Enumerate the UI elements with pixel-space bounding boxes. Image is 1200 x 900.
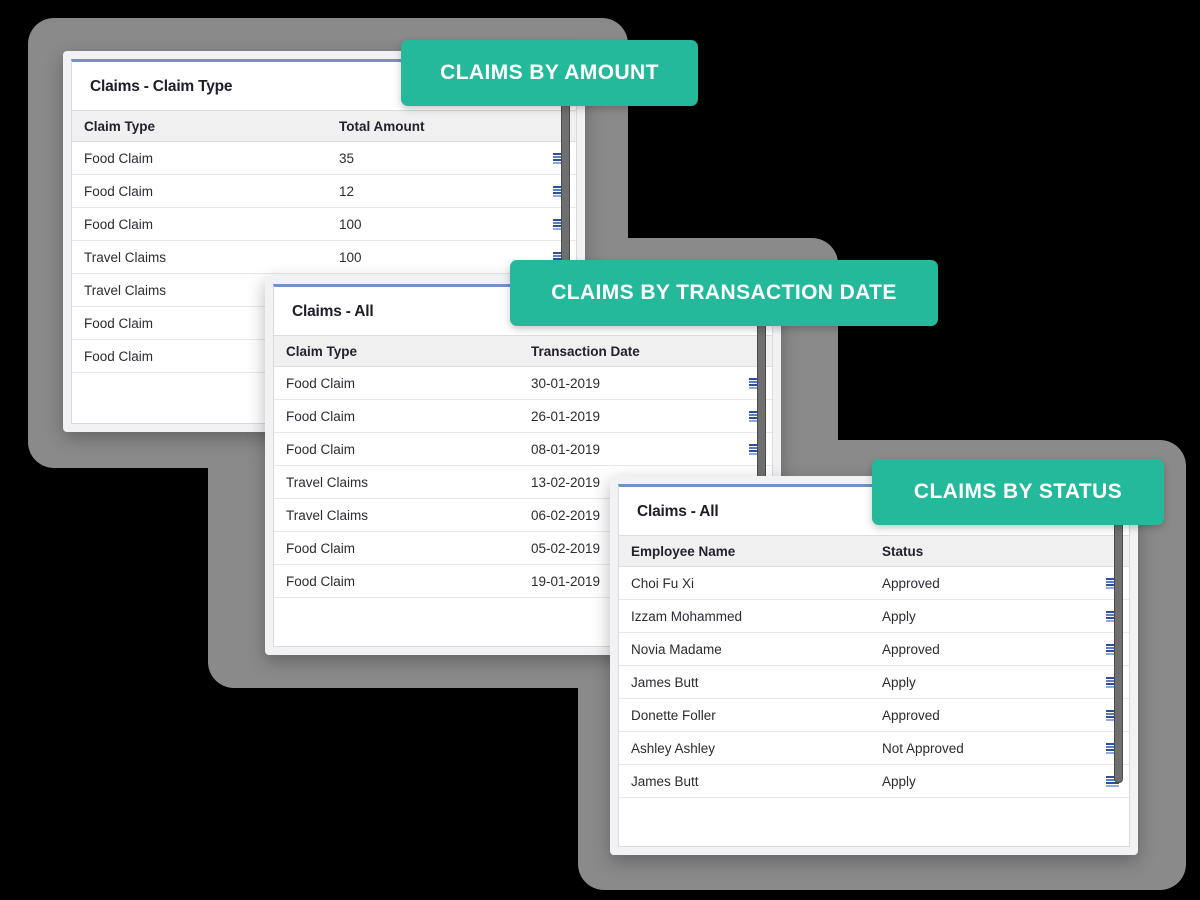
- cell-primary: Food Claim: [286, 573, 356, 589]
- table-row[interactable]: Ashley Ashley Not Approved: [619, 732, 1129, 765]
- grid-header-row: Claim Type Total Amount: [72, 110, 576, 142]
- cell-primary: Food Claim: [286, 408, 356, 424]
- cell-secondary: 35: [339, 150, 355, 166]
- badge-claims-by-amount[interactable]: CLAIMS BY AMOUNT: [401, 40, 698, 106]
- data-grid: Employee Name Status Choi Fu Xi Approved I…: [619, 535, 1129, 846]
- table-row[interactable]: Food Claim 30-01-2019: [274, 367, 772, 400]
- cell-secondary: 13-02-2019: [531, 474, 601, 490]
- cell-secondary: Apply: [882, 773, 916, 789]
- table-row[interactable]: James Butt Apply: [619, 666, 1129, 699]
- table-row[interactable]: Food Claim 12: [72, 175, 576, 208]
- cell-actions: [600, 442, 772, 457]
- cell-primary: Novia Madame: [631, 641, 722, 657]
- table-row[interactable]: Food Claim 08-01-2019: [274, 433, 772, 466]
- panel-inner: Claims - All Employee Name Status Choi F…: [618, 484, 1130, 847]
- column-header-claim-type[interactable]: Claim Type: [274, 344, 531, 359]
- badge-label: CLAIMS BY AMOUNT: [440, 61, 659, 84]
- cell-primary: Travel Claims: [286, 474, 369, 490]
- table-row[interactable]: Food Claim 35: [72, 142, 576, 175]
- cell-secondary: Approved: [882, 641, 940, 657]
- cell-primary: Travel Claims: [84, 249, 167, 265]
- cell-primary: Izzam Mohammed: [631, 608, 743, 624]
- cell-secondary: Approved: [882, 707, 940, 723]
- cell-primary: Food Claim: [84, 183, 154, 199]
- column-header-claim-type[interactable]: Claim Type: [72, 119, 339, 134]
- cell-primary: Food Claim: [286, 540, 356, 556]
- table-row[interactable]: Izzam Mohammed Apply: [619, 600, 1129, 633]
- table-row[interactable]: Food Claim 26-01-2019: [274, 400, 772, 433]
- cell-secondary: Apply: [882, 674, 916, 690]
- column-header-employee-name[interactable]: Employee Name: [619, 544, 882, 559]
- cell-primary: James Butt: [631, 773, 699, 789]
- cell-secondary: 26-01-2019: [531, 408, 601, 424]
- cell-secondary: 30-01-2019: [531, 375, 601, 391]
- cell-primary: James Butt: [631, 674, 699, 690]
- cell-actions: [354, 151, 576, 166]
- table-row[interactable]: Travel Claims 100: [72, 241, 576, 274]
- cell-primary: Food Claim: [286, 441, 356, 457]
- cell-secondary: 100: [339, 216, 362, 232]
- grid-header-row: Employee Name Status: [619, 535, 1129, 567]
- cell-actions: [940, 708, 1129, 723]
- cell-actions: [354, 184, 576, 199]
- table-row[interactable]: James Butt Apply: [619, 765, 1129, 798]
- cell-secondary: 06-02-2019: [531, 507, 601, 523]
- badge-label: CLAIMS BY STATUS: [913, 480, 1123, 503]
- cell-actions: [600, 376, 772, 391]
- cell-secondary: 19-01-2019: [531, 573, 601, 589]
- grid-header-row: Claim Type Transaction Date: [274, 335, 772, 367]
- cell-secondary: Apply: [882, 608, 916, 624]
- cell-primary: Food Claim: [286, 375, 356, 391]
- grid-body: Choi Fu Xi Approved Izzam Mohammed Apply Nov…: [619, 567, 1129, 798]
- cell-secondary: Approved: [882, 575, 940, 591]
- cell-actions: [916, 675, 1129, 690]
- cell-actions: [600, 409, 772, 424]
- column-header-total-amount[interactable]: Total Amount: [339, 119, 424, 134]
- badge-claims-by-transaction-date[interactable]: CLAIMS BY TRANSACTION DATE: [510, 260, 938, 326]
- cell-primary: Food Claim: [84, 216, 154, 232]
- cell-actions: [964, 741, 1129, 756]
- panel-claims-all-status[interactable]: Claims - All Employee Name Status Choi F…: [610, 476, 1138, 855]
- screenshot-stage: Claims - Claim Type Claim Type Total Amo…: [0, 0, 1200, 900]
- cell-secondary: 08-01-2019: [531, 441, 601, 457]
- cell-primary: Donette Foller: [631, 707, 716, 723]
- column-header-status[interactable]: Status: [882, 544, 923, 559]
- badge-label: CLAIMS BY TRANSACTION DATE: [551, 281, 897, 304]
- table-row[interactable]: Food Claim 100: [72, 208, 576, 241]
- cell-actions: [940, 576, 1129, 591]
- cell-actions: [916, 774, 1129, 789]
- cell-secondary: 12: [339, 183, 355, 199]
- cell-primary: Travel Claims: [286, 507, 369, 523]
- table-row[interactable]: Novia Madame Approved: [619, 633, 1129, 666]
- cell-actions: [940, 642, 1129, 657]
- cell-secondary: 100: [339, 249, 362, 265]
- table-row[interactable]: Donette Foller Approved: [619, 699, 1129, 732]
- badge-claims-by-status[interactable]: CLAIMS BY STATUS: [872, 459, 1164, 525]
- table-row[interactable]: Choi Fu Xi Approved: [619, 567, 1129, 600]
- vertical-scrollbar[interactable]: [1114, 519, 1123, 783]
- cell-primary: Choi Fu Xi: [631, 575, 695, 591]
- cell-primary: Ashley Ashley: [631, 740, 716, 756]
- column-header-transaction-date[interactable]: Transaction Date: [531, 344, 640, 359]
- cell-primary: Food Claim: [84, 150, 154, 166]
- cell-secondary: Not Approved: [882, 740, 964, 756]
- cell-actions: [916, 609, 1129, 624]
- cell-actions: [362, 217, 576, 232]
- cell-secondary: 05-02-2019: [531, 540, 601, 556]
